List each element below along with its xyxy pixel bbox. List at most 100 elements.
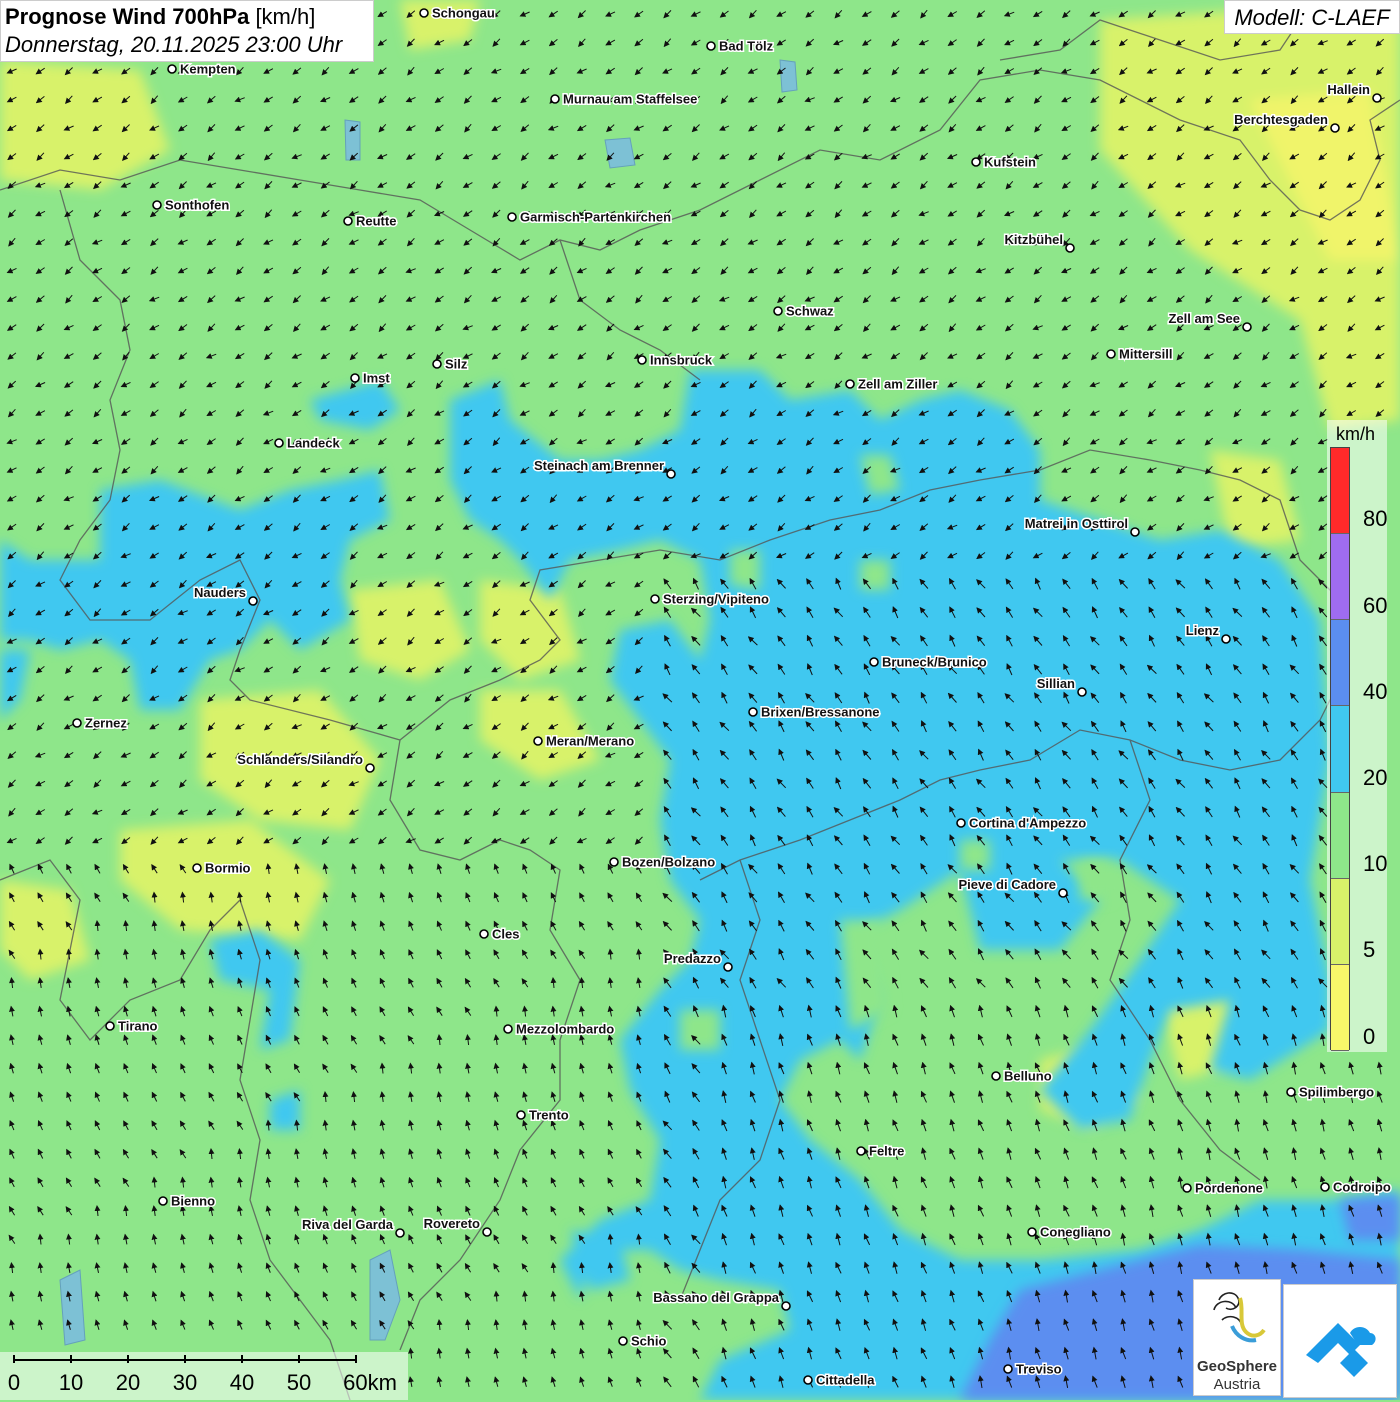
legend-swatch: [1331, 964, 1349, 1051]
legend-swatch: [1331, 534, 1349, 621]
city-dot: [1330, 123, 1340, 133]
city-dot: [1320, 1182, 1330, 1192]
city-label: Riva del Garda: [302, 1217, 394, 1232]
scale-tick: [241, 1355, 243, 1363]
city-dot: [395, 1228, 405, 1238]
city-label: Steinach am Brenner: [534, 458, 664, 473]
city-marker: Meran/Merano: [533, 732, 636, 750]
city-label: Predazzo: [664, 951, 721, 966]
city-dot: [1077, 687, 1087, 697]
city-marker: Innsbruck: [637, 351, 714, 369]
city-label: Berchtesgaden: [1234, 112, 1328, 127]
city-label: Schongau: [432, 6, 495, 21]
scale-bar: 0 10 20 30 40 50 60km: [0, 1352, 408, 1400]
legend-label: 20: [1363, 765, 1388, 790]
geosphere-country: Austria: [1213, 1376, 1261, 1393]
city-label: Mittersill: [1119, 347, 1172, 362]
city-dot: [503, 1024, 513, 1034]
city-dot: [516, 1110, 526, 1120]
city-dot: [1003, 1364, 1013, 1374]
city-marker: Spilimbergo: [1286, 1083, 1376, 1101]
city-dot: [1372, 93, 1382, 103]
city-marker: Cortina d'Ampezzo: [956, 814, 1088, 832]
city-marker: Bozen/Bolzano: [609, 853, 717, 871]
city-label: Schlanders/Silandro: [237, 752, 363, 767]
city-marker: Brixen/Bressanone: [748, 703, 881, 721]
city-label: Kufstein: [984, 155, 1036, 170]
city-label: Bad Tölz: [719, 39, 774, 54]
city-label: Schio: [631, 1334, 666, 1349]
city-dot: [479, 929, 489, 939]
city-dot: [1065, 243, 1075, 253]
city-label: Imst: [363, 371, 390, 386]
legend-label: 5: [1363, 937, 1376, 962]
city-dot: [956, 818, 966, 828]
city-marker: Conegliano: [1027, 1223, 1112, 1241]
scale-label: 20: [115, 1370, 141, 1395]
city-label: Trento: [529, 1108, 569, 1123]
city-label: Sillian: [1037, 676, 1075, 691]
city-label: Cles: [492, 927, 519, 942]
map-title: Prognose Wind 700hPa [km/h]: [5, 4, 369, 30]
city-dot: [781, 1301, 791, 1311]
geosphere-logo-icon: [1213, 1292, 1266, 1343]
city-dot: [1027, 1227, 1037, 1237]
legend-swatch: [1331, 878, 1349, 965]
city-label: Sonthofen: [165, 198, 229, 213]
city-dot: [507, 212, 517, 222]
city-label: Matrei in Osttirol: [1025, 516, 1128, 531]
legend-swatch: [1331, 448, 1349, 535]
city-dot: [1242, 322, 1252, 332]
city-label: Pordenone: [1195, 1181, 1263, 1196]
city-marker: Bruneck/Brunico: [869, 653, 988, 671]
city-dot: [550, 94, 560, 104]
map-title-unit: [km/h]: [255, 4, 316, 29]
city-label: Cortina d'Ampezzo: [969, 816, 1086, 831]
city-label: Reutte: [356, 214, 396, 229]
model-label: Modell: C-LAEF: [1224, 0, 1400, 34]
scale-tick: [298, 1355, 300, 1363]
city-dot: [158, 1196, 168, 1206]
city-dot: [869, 657, 879, 667]
color-legend: km/h 80 60 40 20 10 5 0: [1327, 420, 1387, 1052]
city-label: Rovereto: [424, 1216, 480, 1231]
app-logo-icon: [1306, 1323, 1376, 1377]
city-label: Schwaz: [786, 304, 834, 319]
scale-label: 30: [172, 1370, 198, 1395]
city-label: Bozen/Bolzano: [622, 855, 715, 870]
city-label: Treviso: [1016, 1362, 1062, 1377]
legend-unit: km/h: [1336, 424, 1376, 444]
city-label: Mezzolombardo: [516, 1022, 614, 1037]
city-dot: [1221, 634, 1231, 644]
city-label: Kitzbühel: [1005, 232, 1064, 247]
city-label: Cittadella: [816, 1373, 875, 1388]
city-dot: [533, 736, 543, 746]
city-label: Kempten: [180, 62, 236, 77]
city-label: Meran/Merano: [546, 734, 634, 749]
city-label: Sterzing/Vipiteno: [663, 592, 769, 607]
city-marker: Mezzolombardo: [503, 1020, 616, 1038]
city-label: Zernez: [85, 716, 127, 731]
app-logo: [1283, 1284, 1397, 1398]
city-dot: [105, 1021, 115, 1031]
city-marker: Zell am Ziller: [845, 375, 939, 393]
city-dot: [1130, 527, 1140, 537]
city-label: Pieve di Cadore: [958, 877, 1056, 892]
city-dot: [609, 857, 619, 867]
city-dot: [274, 438, 284, 448]
city-label: Garmisch-Partenkirchen: [520, 210, 671, 225]
city-marker: Sterzing/Vipiteno: [650, 590, 770, 608]
map-title-main: Prognose Wind 700hPa: [5, 4, 250, 29]
city-dot: [991, 1071, 1001, 1081]
city-label: Brixen/Bressanone: [761, 705, 880, 720]
city-marker: Sonthofen: [152, 196, 231, 214]
city-dot: [773, 306, 783, 316]
city-marker: Murnau am Staffelsee: [550, 90, 699, 108]
city-label: Innsbruck: [650, 353, 713, 368]
city-dot: [637, 355, 647, 365]
forecast-datetime: Donnerstag, 20.11.2025 23:00 Uhr: [5, 32, 343, 57]
legend-label: 10: [1363, 851, 1388, 876]
city-label: Conegliano: [1040, 1225, 1111, 1240]
city-label: Zell am See: [1168, 311, 1240, 326]
geosphere-name: GeoSphere: [1196, 1358, 1278, 1375]
